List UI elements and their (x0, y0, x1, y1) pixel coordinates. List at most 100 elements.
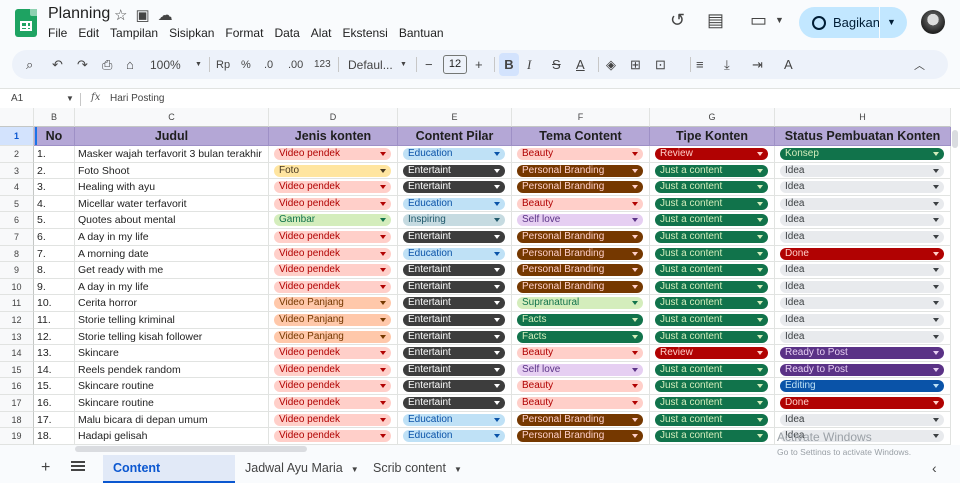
dropdown-cell[interactable]: Ready to Post (775, 345, 951, 362)
dropdown-cell[interactable]: Just a content (650, 428, 775, 445)
dropdown-chip[interactable]: Just a content (655, 380, 768, 393)
dropdown-cell[interactable]: Entertaint (398, 395, 512, 412)
dropdown-cell[interactable]: Video pendek (269, 262, 398, 279)
dropdown-cell[interactable]: Education (398, 245, 512, 263)
menu-item-alat[interactable]: Alat (311, 26, 337, 40)
dropdown-chip[interactable]: Video pendek (274, 231, 391, 243)
column-header-f[interactable]: F (512, 108, 650, 127)
dropdown-cell[interactable]: Personal Branding (512, 262, 650, 279)
title-cell[interactable]: Get ready with me (75, 262, 269, 279)
dropdown-chip[interactable]: Beauty (517, 347, 643, 360)
dropdown-chip[interactable]: Ready to Post (780, 363, 944, 376)
dropdown-chip[interactable]: Beauty (517, 380, 643, 393)
dropdown-cell[interactable]: Video pendek (269, 179, 398, 196)
number-cell[interactable]: 7. (34, 245, 75, 263)
row-header[interactable]: 14 (0, 345, 34, 362)
dropdown-cell[interactable]: Education (398, 428, 512, 445)
row-header[interactable]: 13 (0, 328, 34, 346)
dropdown-chip[interactable]: Idea (780, 197, 944, 210)
dropdown-cell[interactable]: Review (650, 345, 775, 362)
dropdown-chip[interactable]: Just a content (655, 413, 768, 426)
dropdown-cell[interactable]: Personal Branding (512, 162, 650, 180)
dropdown-cell[interactable]: Video pendek (269, 428, 398, 445)
avatar[interactable] (921, 10, 945, 34)
dropdown-chip[interactable]: Facts (517, 314, 643, 326)
number-cell[interactable]: 5. (34, 212, 75, 229)
add-sheet-icon[interactable]: + (41, 459, 50, 477)
dropdown-chip[interactable]: Self love (517, 214, 643, 227)
dropdown-chip[interactable]: Done (780, 247, 944, 260)
dropdown-chip[interactable]: Review (655, 347, 768, 360)
number-cell[interactable]: 8. (34, 262, 75, 279)
chevron-down-icon[interactable]: ▼ (351, 465, 359, 474)
undo-icon[interactable]: ↶ (52, 50, 63, 79)
title-cell[interactable]: Cerita horror (75, 295, 269, 312)
dropdown-cell[interactable]: Education (398, 195, 512, 213)
collapse-toolbar-icon[interactable]: ︿ (914, 50, 925, 79)
row-header[interactable]: 12 (0, 312, 34, 329)
strikethrough-button[interactable]: S (552, 50, 561, 79)
dropdown-chip[interactable]: Entertaint (403, 280, 505, 293)
dropdown-cell[interactable]: Video pendek (269, 395, 398, 412)
row-header[interactable]: 5 (0, 195, 34, 213)
dropdown-chip[interactable]: Personal Branding (517, 164, 643, 177)
dropdown-cell[interactable]: Video pendek (269, 146, 398, 163)
title-cell[interactable]: Micellar water terfavorit (75, 195, 269, 213)
header-cell[interactable]: Status Pembuatan Konten (775, 127, 951, 146)
merge-cells-icon[interactable]: ⊡ (655, 50, 666, 79)
dropdown-cell[interactable]: Personal Branding (512, 229, 650, 246)
dropdown-cell[interactable]: Beauty (512, 195, 650, 213)
dropdown-chip[interactable]: Just a content (655, 197, 768, 210)
dropdown-chip[interactable]: Education (403, 148, 505, 160)
dropdown-chip[interactable]: Video pendek (274, 264, 391, 277)
menu-item-format[interactable]: Format (225, 26, 268, 40)
name-box[interactable]: A1 (11, 93, 23, 104)
title-cell[interactable]: Quotes about mental (75, 212, 269, 229)
dropdown-chip[interactable]: Just a content (655, 430, 768, 443)
chevron-down-icon[interactable]: ▼ (400, 50, 407, 79)
header-cell[interactable]: Judul (75, 127, 269, 146)
dropdown-chip[interactable]: Video pendek (274, 380, 391, 393)
dropdown-chip[interactable]: Education (403, 430, 505, 443)
dropdown-cell[interactable]: Idea (775, 328, 951, 346)
dropdown-chip[interactable]: Personal Branding (517, 247, 643, 260)
column-header-b[interactable]: B (34, 108, 75, 127)
dropdown-chip[interactable]: Just a content (655, 181, 768, 194)
dropdown-cell[interactable]: Just a content (650, 295, 775, 312)
dropdown-chip[interactable]: Just a content (655, 330, 768, 343)
dropdown-chip[interactable]: Video pendek (274, 413, 391, 426)
row-header[interactable]: 6 (0, 212, 34, 229)
column-header-h[interactable]: H (775, 108, 951, 127)
dropdown-cell[interactable]: Facts (512, 312, 650, 329)
decrease-font-size-button[interactable]: − (425, 50, 433, 79)
dropdown-chip[interactable]: Idea (780, 314, 944, 326)
menu-item-tampilan[interactable]: Tampilan (110, 26, 163, 40)
horizontal-align-icon[interactable]: ≡ (696, 50, 704, 79)
dropdown-cell[interactable]: Entertaint (398, 378, 512, 395)
row-header[interactable]: 16 (0, 378, 34, 395)
dropdown-cell[interactable]: Idea (775, 162, 951, 180)
dropdown-chip[interactable]: Self love (517, 363, 643, 376)
dropdown-chip[interactable]: Entertaint (403, 397, 505, 409)
dropdown-chip[interactable]: Personal Branding (517, 413, 643, 426)
dropdown-chip[interactable]: Idea (780, 181, 944, 194)
dropdown-cell[interactable]: Just a content (650, 361, 775, 379)
horizontal-scrollbar[interactable] (75, 446, 307, 452)
dropdown-cell[interactable]: Video pendek (269, 278, 398, 296)
dropdown-cell[interactable]: Just a content (650, 328, 775, 346)
dropdown-chip[interactable]: Entertaint (403, 264, 505, 277)
dropdown-cell[interactable]: Just a content (650, 278, 775, 296)
dropdown-chip[interactable]: Video pendek (274, 430, 391, 443)
dropdown-cell[interactable]: Idea (775, 411, 951, 429)
row-header[interactable]: 1 (0, 127, 34, 146)
dropdown-chip[interactable]: Video Panjang (274, 330, 391, 343)
increase-decimal-button[interactable]: .00 (288, 50, 303, 79)
dropdown-chip[interactable]: Gambar (274, 214, 391, 227)
text-color-button[interactable]: A (576, 50, 585, 79)
title-cell[interactable]: Skincare (75, 345, 269, 362)
row-header[interactable]: 19 (0, 428, 34, 445)
dropdown-chip[interactable]: Entertaint (403, 314, 505, 326)
dropdown-chip[interactable]: Entertaint (403, 164, 505, 177)
number-cell[interactable]: 1. (34, 146, 75, 163)
dropdown-cell[interactable]: Just a content (650, 245, 775, 263)
